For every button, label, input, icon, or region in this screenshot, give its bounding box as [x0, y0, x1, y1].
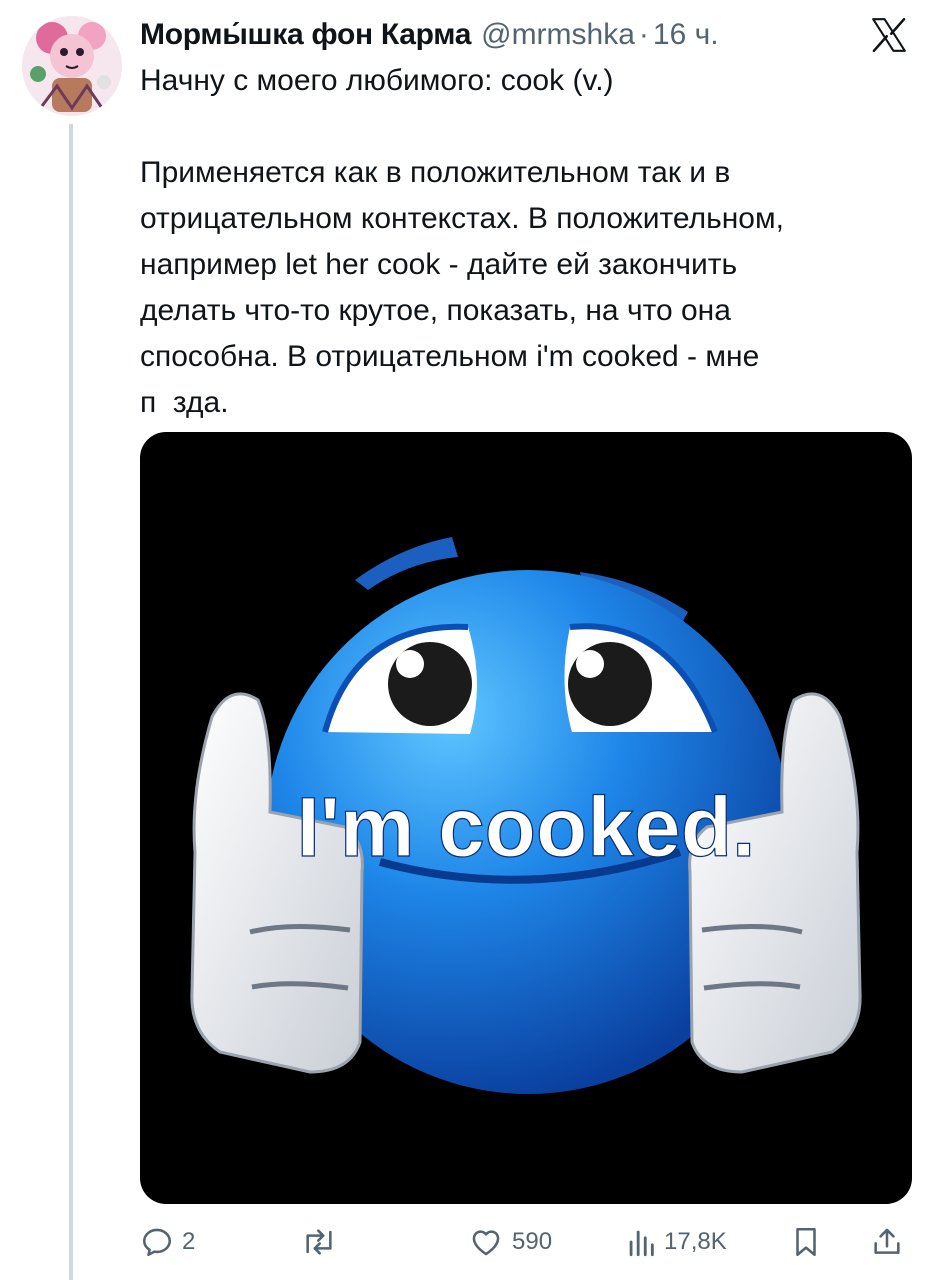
- like-button[interactable]: 590: [468, 1218, 552, 1266]
- tweet-text-line: отрицательном контекстах. В положительно…: [140, 202, 784, 235]
- tweet-text-line: делать что-то крутое, показать, на что о…: [140, 294, 731, 327]
- tweet-text-blank-line: [140, 104, 900, 150]
- reply-button[interactable]: 2: [140, 1218, 195, 1266]
- timestamp[interactable]: 16 ч.: [653, 18, 719, 52]
- cooked-emoji-image: I'm cooked.: [190, 537, 862, 1094]
- views-button[interactable]: 17,8K: [626, 1218, 727, 1266]
- views-count: 17,8K: [664, 1228, 727, 1255]
- x-logo-button[interactable]: [866, 12, 912, 58]
- separator-dot: ·: [638, 18, 649, 51]
- tweet-text-line: Применяется как в положительном так и в: [140, 156, 731, 189]
- tweet-text-line: п зда.: [140, 386, 229, 419]
- image-caption: I'm cooked.: [297, 780, 756, 874]
- retweet-button[interactable]: [300, 1218, 346, 1266]
- share-icon: [874, 1228, 900, 1254]
- author-name[interactable]: Мормы́шка фон Карма: [140, 18, 471, 52]
- like-count: 590: [512, 1228, 553, 1255]
- tweet-text-line: например let her cook - дайте ей закончи…: [140, 248, 738, 281]
- thread-line: [69, 124, 73, 1280]
- tweet-media-image[interactable]: I'm cooked.: [140, 432, 912, 1204]
- heart-icon: [472, 1230, 500, 1256]
- reply-count: 2: [182, 1228, 196, 1255]
- retweet-icon: [306, 1229, 332, 1255]
- tweet-text-line: способна. В отрицательном i'm cooked - м…: [140, 340, 760, 373]
- share-button[interactable]: [870, 1218, 904, 1266]
- avatar[interactable]: [22, 16, 122, 116]
- tweet-header: Мормы́шка фон Карма @mrmshka · 16 ч.: [140, 12, 840, 58]
- avatar-image: [22, 16, 122, 116]
- tweet-text: Начну с моего любимого: cook (v.) Примен…: [140, 58, 900, 426]
- bookmark-button[interactable]: [790, 1218, 822, 1266]
- x-logo-icon: [872, 17, 906, 53]
- views-icon: [629, 1230, 654, 1257]
- tweet-text-line: Начну с моего любимого: cook (v.): [140, 64, 614, 97]
- bookmark-icon: [796, 1227, 816, 1257]
- tweet-action-bar: 2 590 17,8K: [140, 1218, 912, 1266]
- author-handle[interactable]: @mrmshka: [481, 18, 635, 52]
- reply-icon: [142, 1228, 172, 1257]
